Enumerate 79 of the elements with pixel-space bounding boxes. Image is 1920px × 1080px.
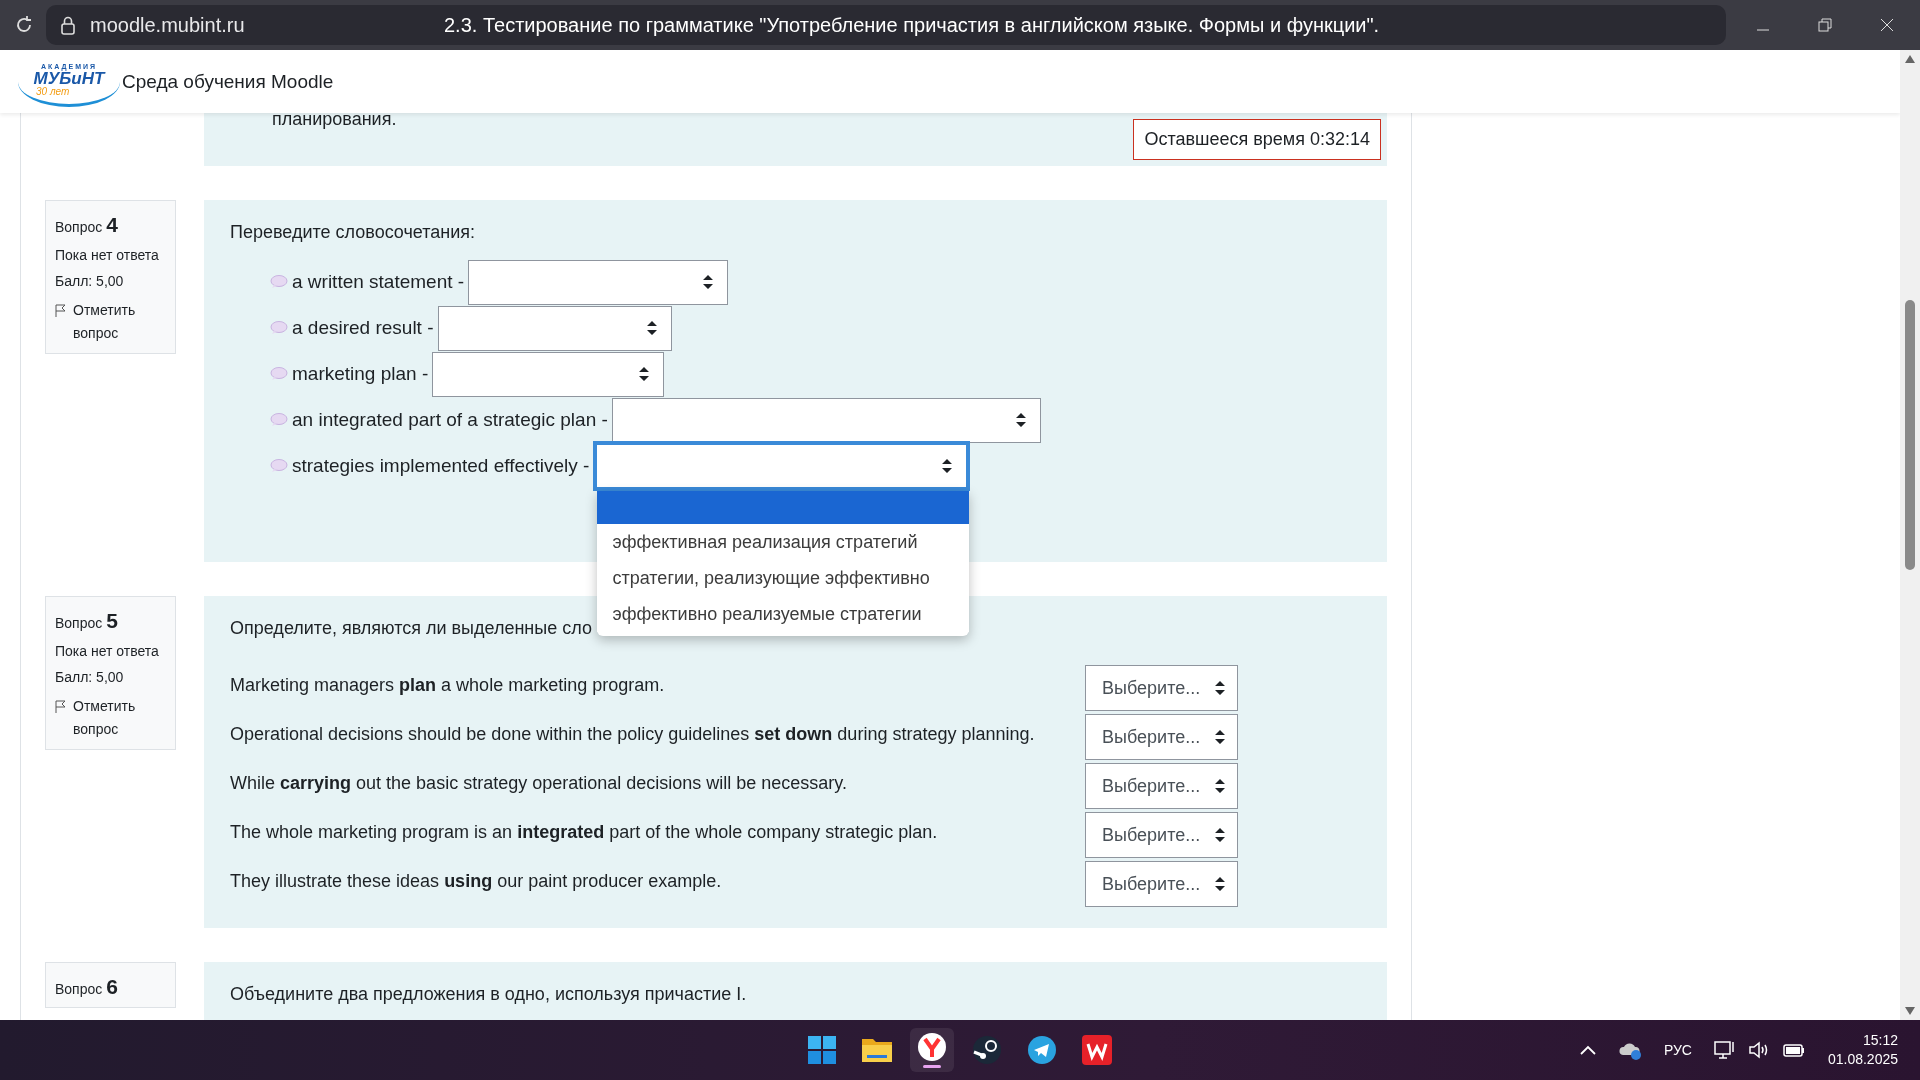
sentence-text: Marketing managers plan a whole marketing program.: [230, 674, 666, 697]
caret-icon: [1215, 730, 1225, 744]
network-icon[interactable]: [1713, 1040, 1736, 1060]
cloud-icon[interactable]: [1617, 1040, 1642, 1060]
question-grade: Балл: 5,00: [55, 273, 125, 289]
question-text: планирования.: [272, 113, 397, 130]
answer-select[interactable]: [437, 305, 672, 351]
speaker-icon[interactable]: [1747, 1040, 1770, 1060]
answer-select[interactable]: Выберите...: [1085, 714, 1238, 760]
site-name[interactable]: Среда обучения Moodle: [122, 70, 334, 93]
answer-status: Пока нет ответа: [55, 247, 160, 263]
answer-select[interactable]: [593, 441, 971, 491]
url-text: moodle.mubint.ru: [90, 13, 246, 37]
chevron-up-icon[interactable]: [1579, 1045, 1596, 1055]
windows-icon[interactable]: [807, 1035, 837, 1065]
battery-icon[interactable]: [1781, 1041, 1806, 1059]
sentence-text: The whole marketing program is an integrated part of the whole company strategic plan.: [230, 821, 939, 844]
browser-icon[interactable]: [916, 1032, 948, 1068]
caret-icon: [1215, 828, 1225, 842]
restore-icon[interactable]: [1818, 18, 1832, 32]
caret-icon: [646, 321, 657, 335]
answer-select[interactable]: [468, 259, 729, 305]
caret-icon: [1215, 877, 1225, 891]
scroll-thumb[interactable]: [1905, 300, 1915, 570]
question-prompt: Переведите словосочетания:: [230, 222, 477, 243]
input-language[interactable]: РУС: [1663, 1042, 1692, 1058]
flag-question-link[interactable]: Отметить вопрос: [73, 299, 166, 345]
time-remaining: Оставшееся время 0:32:14: [1133, 119, 1381, 160]
speech-bubble-icon: [270, 321, 288, 335]
reload-icon[interactable]: [14, 15, 34, 35]
dropdown-option[interactable]: эффективная реализация стратегий: [597, 524, 970, 560]
steam-icon[interactable]: [972, 1035, 1002, 1065]
telegram-icon[interactable]: [1027, 1035, 1057, 1065]
phrase-label: strategies implemented effectively -: [292, 455, 590, 477]
phrase-label: a written statement -: [292, 271, 465, 293]
phrase-label: a desired result -: [292, 317, 434, 339]
flag-question-link[interactable]: Отметить вопрос: [73, 695, 166, 741]
answer-select[interactable]: [432, 351, 665, 397]
lock-icon: [60, 15, 76, 35]
scroll-up-icon[interactable]: [1904, 54, 1916, 64]
question-number: Вопрос 6: [55, 975, 119, 999]
clock[interactable]: 15:12 01.08.2025: [1827, 1031, 1898, 1069]
answer-status: Пока нет ответа: [55, 643, 160, 659]
phrase-label: marketing plan -: [292, 363, 429, 385]
sentence-text: While carrying out the basic strategy operational decisions will be necessary.: [230, 772, 848, 795]
caret-icon: [703, 275, 714, 289]
phrase-label: an integrated part of a strategic plan -: [292, 409, 608, 431]
scroll-down-icon[interactable]: [1904, 1006, 1916, 1016]
question-prompt: Определите, являются ли выделенные сло: [230, 618, 593, 639]
dropdown-option[interactable]: эффективно реализуемые стратегии: [597, 596, 970, 632]
answer-select[interactable]: Выберите...: [1085, 861, 1238, 907]
speech-bubble-icon: [270, 275, 288, 289]
flag-icon: [55, 304, 67, 317]
answer-select[interactable]: Выберите...: [1085, 763, 1238, 809]
flag-icon: [55, 700, 67, 713]
speech-bubble-icon: [270, 367, 288, 381]
folder-icon[interactable]: [861, 1036, 893, 1064]
answer-select[interactable]: Выберите...: [1085, 665, 1238, 711]
speech-bubble-icon: [270, 459, 288, 473]
caret-icon: [1215, 779, 1225, 793]
question-prompt: Объедините два предложения в одно, используя причастие I.: [230, 984, 748, 1005]
caret-icon: [1015, 413, 1026, 427]
answer-select[interactable]: [611, 397, 1041, 443]
close-icon[interactable]: [1880, 18, 1894, 32]
question-number: Вопрос 4: [55, 213, 119, 237]
caret-icon: [942, 459, 953, 473]
question-grade: Балл: 5,00: [55, 669, 125, 685]
dropdown-option[interactable]: стратегии, реализующие эффективно: [597, 560, 970, 596]
sentence-text: Operational decisions should be done within the policy guidelines set down during strategy planning.: [230, 723, 1036, 746]
scrollbar[interactable]: [1900, 50, 1920, 1020]
office-app-icon[interactable]: [1082, 1035, 1112, 1065]
question-number: Вопрос 5: [55, 609, 119, 633]
page-title: 2.3. Тестирование по грамматике "Употребление причастия в английском языке. Формы и функции".: [444, 13, 1380, 37]
address-bar[interactable]: moodle.mubint.ru 2.3. Тестирование по грамматике "Употребление причастия в английском языке. Формы и функции".: [46, 5, 1726, 45]
caret-icon: [1215, 681, 1225, 695]
speech-bubble-icon: [270, 413, 288, 427]
answer-select[interactable]: Выберите...: [1085, 812, 1238, 858]
caret-icon: [639, 367, 650, 381]
sentence-text: They illustrate these ideas using our paint producer example.: [230, 870, 723, 893]
